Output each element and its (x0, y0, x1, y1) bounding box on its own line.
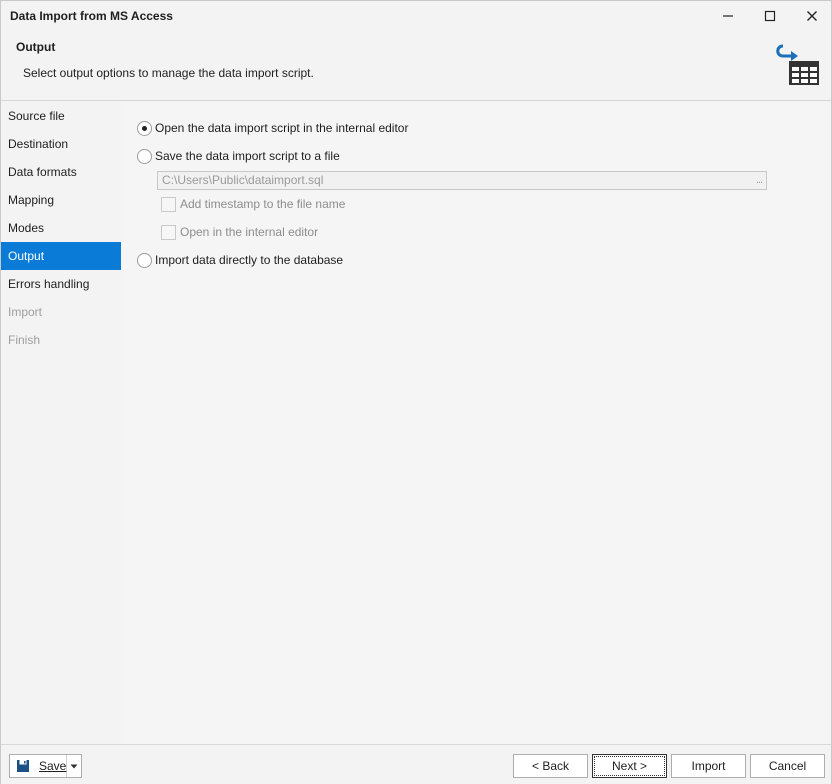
add-timestamp-option[interactable]: Add timestamp to the file name (161, 196, 345, 212)
output-options-panel: Open the data import script in the inter… (121, 102, 831, 744)
minimize-icon (723, 15, 733, 17)
file-path-value: C:\Users\Public\dataimport.sql (162, 173, 324, 187)
sidebar-item-source-file[interactable]: Source file (1, 102, 121, 130)
sidebar-item-import: Import (8, 305, 43, 319)
radio-selected-dot (142, 125, 147, 131)
close-button[interactable] (791, 1, 832, 31)
import-directly-label: Import data directly to the database (155, 253, 344, 267)
maximize-button[interactable] (749, 1, 791, 31)
file-path-input[interactable]: C:\Users\Public\dataimport.sql ... (157, 171, 767, 190)
page-description: Select output options to manage the data… (23, 66, 314, 80)
import-table-icon (776, 44, 819, 85)
sidebar-item-errors-handling[interactable]: Errors handling (1, 270, 121, 298)
maximize-icon (764, 10, 776, 22)
minimize-button[interactable] (707, 1, 749, 31)
sidebar-item-modes[interactable]: Modes (1, 214, 121, 242)
next-button[interactable]: Next > (592, 754, 667, 778)
title-bar: Data Import from MS Access (1, 1, 831, 31)
open-internal-editor-label: Open the data import script in the inter… (155, 121, 409, 135)
chevron-down-icon (70, 764, 78, 768)
window-title: Data Import from MS Access (10, 9, 173, 23)
save-button-label: Save (39, 759, 67, 773)
import-button[interactable]: Import (671, 754, 746, 778)
page-title: Output (16, 40, 56, 54)
sidebar-item-output[interactable]: Output (1, 242, 121, 270)
add-timestamp-label: Add timestamp to the file name (180, 197, 346, 211)
browse-file-button[interactable]: ... (756, 172, 763, 189)
save-dropdown-button[interactable] (67, 755, 81, 777)
open-in-editor-checkbox[interactable] (161, 224, 176, 240)
open-in-editor-option[interactable]: Open in the internal editor (161, 224, 318, 240)
wizard-footer: Save < Back Next > Import Cancel (1, 744, 831, 784)
sidebar-item-finish: Finish (8, 333, 41, 347)
back-button[interactable]: < Back (513, 754, 588, 778)
wizard-header: Output Select output options to manage t… (1, 31, 831, 101)
sidebar-item-destination[interactable]: Destination (1, 130, 121, 158)
wizard-steps-sidebar: Source file Destination Data formats Map… (1, 102, 121, 744)
save-button[interactable]: Save (10, 755, 68, 777)
open-in-editor-label: Open in the internal editor (180, 225, 319, 239)
open-internal-editor-option[interactable]: Open the data import script in the inter… (137, 119, 408, 137)
cancel-button[interactable]: Cancel (750, 754, 825, 778)
save-to-file-option[interactable]: Save the data import script to a file (137, 147, 340, 165)
save-disk-icon (17, 760, 29, 772)
sidebar-item-mapping[interactable]: Mapping (1, 186, 121, 214)
save-split-button: Save (9, 754, 82, 778)
open-internal-editor-radio[interactable] (137, 120, 152, 136)
import-directly-radio[interactable] (137, 252, 152, 268)
import-directly-option[interactable]: Import data directly to the database (137, 251, 343, 269)
save-to-file-label: Save the data import script to a file (155, 149, 340, 163)
sidebar-item-data-formats[interactable]: Data formats (1, 158, 121, 186)
add-timestamp-checkbox[interactable] (161, 196, 176, 212)
close-icon (807, 11, 817, 21)
save-to-file-radio[interactable] (137, 148, 152, 164)
import-wizard-window: Data Import from MS Access Output Select… (0, 0, 832, 784)
